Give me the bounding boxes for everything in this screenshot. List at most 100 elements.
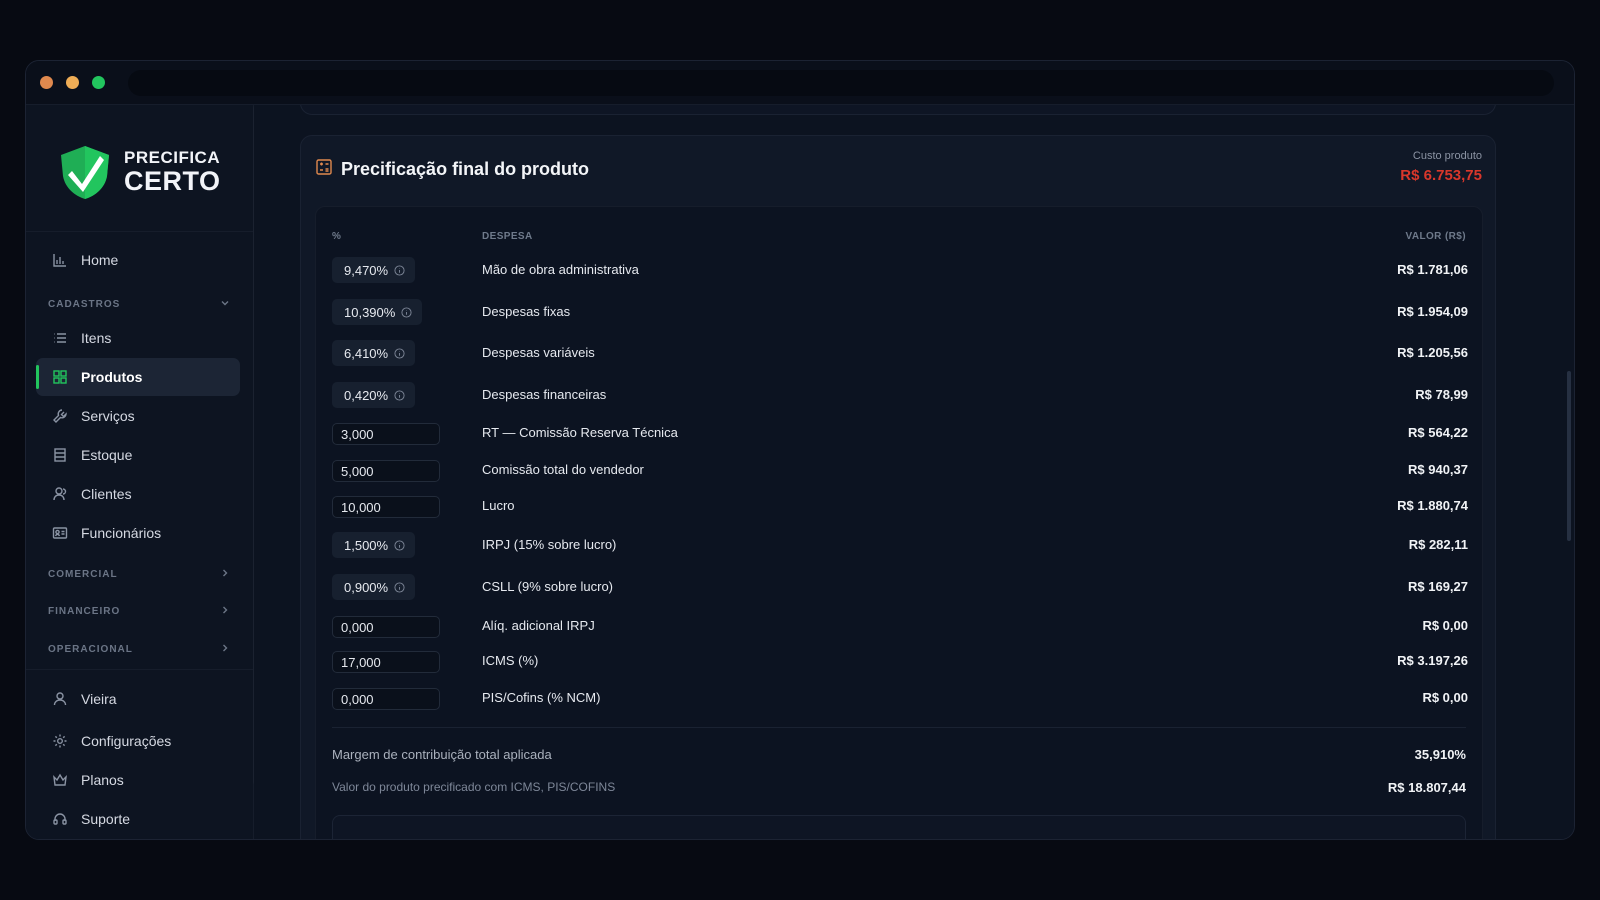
pct-badge: 6,410% [332, 340, 416, 366]
column-header-despesa: DESPESA [482, 231, 533, 242]
section-cadastros[interactable]: CADASTROS [48, 295, 230, 313]
info-icon[interactable] [394, 389, 405, 401]
sidebar-item-planos[interactable]: Planos [36, 761, 240, 799]
info-icon[interactable] [401, 306, 412, 318]
sidebar-item-label: Clientes [81, 486, 132, 502]
minimize-window-button[interactable] [66, 76, 79, 89]
expense-value: R$ 78,99 [1415, 387, 1468, 402]
expense-value: R$ 1.954,09 [1397, 304, 1468, 319]
chevron-down-icon [220, 298, 230, 311]
maximize-window-button[interactable] [92, 76, 105, 89]
pct-badge: 10,390% [332, 299, 423, 325]
sidebar-item-suporte[interactable]: Suporte [36, 800, 240, 838]
expense-name: Mão de obra administrativa [482, 262, 639, 277]
pct-input[interactable]: 0,000 [332, 616, 440, 638]
table-row: 10,390% Despesas fixas R$ 1.954,09 [316, 297, 1484, 327]
sidebar-item-label: Home [81, 252, 119, 268]
final-price-label: Valor do produto precificado com ICMS, P… [332, 780, 616, 794]
close-window-button[interactable] [40, 76, 53, 89]
users-icon [51, 485, 69, 503]
expense-value: R$ 0,00 [1422, 618, 1468, 633]
info-icon[interactable] [394, 347, 405, 359]
pct-input[interactable]: 3,000 [332, 423, 440, 445]
sidebar-item-itens[interactable]: Itens [36, 319, 240, 357]
expense-value: R$ 0,00 [1422, 690, 1468, 705]
section-comercial[interactable]: COMERCIAL [48, 565, 230, 583]
pct-input[interactable]: 5,000 [332, 460, 440, 482]
expense-value: R$ 1.781,06 [1397, 262, 1468, 277]
pct-value: 9,470% [344, 262, 389, 278]
brand-line1: PRECIFICA [124, 148, 221, 167]
brand-line2: CERTO [124, 166, 221, 196]
pricing-table: % DESPESA VALOR (R$) 9,470% Mão de obra … [315, 206, 1483, 839]
expense-value: R$ 169,27 [1408, 579, 1468, 594]
table-row: 6,410% Despesas variáveis R$ 1.205,56 [316, 338, 1484, 368]
chart-bar-icon [51, 251, 69, 269]
info-icon[interactable] [394, 581, 405, 593]
sidebar-item-label: Planos [81, 772, 124, 788]
info-icon[interactable] [394, 539, 405, 551]
chevron-right-icon [220, 605, 230, 618]
previous-card [300, 105, 1496, 115]
section-label: COMERCIAL [48, 568, 118, 580]
sidebar-item-vieira[interactable]: Vieira [36, 680, 240, 718]
sidebar-item-configuracoes[interactable]: Configurações [36, 722, 240, 760]
headset-icon [51, 810, 69, 828]
card-header: Precificação final do produto [315, 158, 589, 181]
expense-value: R$ 282,11 [1408, 537, 1468, 552]
section-label: CADASTROS [48, 298, 121, 310]
sidebar-item-label: Produtos [81, 369, 143, 385]
pct-input[interactable]: 10,000 [332, 496, 440, 518]
pct-value: 0,420% [344, 387, 389, 403]
expense-name: PIS/Cofins (% NCM) [482, 690, 601, 705]
sidebar-item-servicos[interactable]: Serviços [36, 397, 240, 435]
divider [332, 727, 1466, 728]
info-icon[interactable] [394, 264, 405, 276]
chevron-right-icon [220, 643, 230, 656]
pct-input[interactable]: 17,000 [332, 651, 440, 673]
address-bar[interactable] [128, 70, 1554, 96]
expense-value: R$ 1.880,74 [1397, 498, 1468, 513]
sidebar-item-estoque[interactable]: Estoque [36, 436, 240, 474]
pct-value: 0,900% [344, 579, 389, 595]
user-icon [51, 690, 69, 708]
gear-icon [51, 732, 69, 750]
product-cost-label: Custo produto [1412, 150, 1482, 162]
main-scrollbar[interactable] [1567, 371, 1571, 541]
pct-badge: 9,470% [332, 257, 416, 283]
list-icon [51, 329, 69, 347]
sidebar-item-label: Serviços [81, 408, 135, 424]
expense-name: Lucro [482, 498, 515, 513]
chevron-right-icon [220, 568, 230, 581]
sidebar-item-label: Configurações [81, 733, 172, 749]
divider [26, 669, 253, 670]
sidebar-item-label: Funcionários [81, 525, 162, 541]
pct-badge: 0,900% [332, 574, 416, 600]
pct-badge: 0,420% [332, 382, 416, 408]
card-title: Precificação final do produto [341, 159, 590, 179]
section-label: FINANCEIRO [48, 605, 121, 617]
sidebar-item-clientes[interactable]: Clientes [36, 475, 240, 513]
wrench-icon [51, 407, 69, 425]
section-operacional[interactable]: OPERACIONAL [48, 640, 230, 658]
pct-input[interactable]: 0,000 [332, 688, 440, 710]
pct-value: 1,500% [344, 537, 389, 553]
product-cost-value: R$ 6.753,75 [1400, 167, 1482, 184]
table-row: 0,900% CSLL (9% sobre lucro) R$ 169,27 [316, 572, 1484, 602]
browser-window: PRECIFICA CERTO Home CADASTROS Itens Pro… [25, 60, 1575, 840]
column-header-pct: % [332, 231, 342, 242]
result-panel [332, 815, 1466, 839]
sidebar-item-home[interactable]: Home [36, 241, 240, 279]
expense-name: RT — Comissão Reserva Técnica [482, 425, 678, 440]
expense-name: Despesas variáveis [482, 345, 595, 360]
sidebar-item-funcionarios[interactable]: Funcionários [36, 514, 240, 552]
expense-name: Despesas fixas [482, 304, 571, 319]
expense-name: Despesas financeiras [482, 387, 607, 402]
expense-value: R$ 1.205,56 [1397, 345, 1468, 360]
section-financeiro[interactable]: FINANCEIRO [48, 602, 230, 620]
expense-name: IRPJ (15% sobre lucro) [482, 537, 617, 552]
sidebar-item-produtos[interactable]: Produtos [36, 358, 240, 396]
final-pricing-card: Precificação final do produto Custo prod… [300, 135, 1496, 839]
table-row: 9,470% Mão de obra administrativa R$ 1.7… [316, 255, 1484, 285]
brand-logo[interactable]: PRECIFICA CERTO [56, 141, 226, 203]
